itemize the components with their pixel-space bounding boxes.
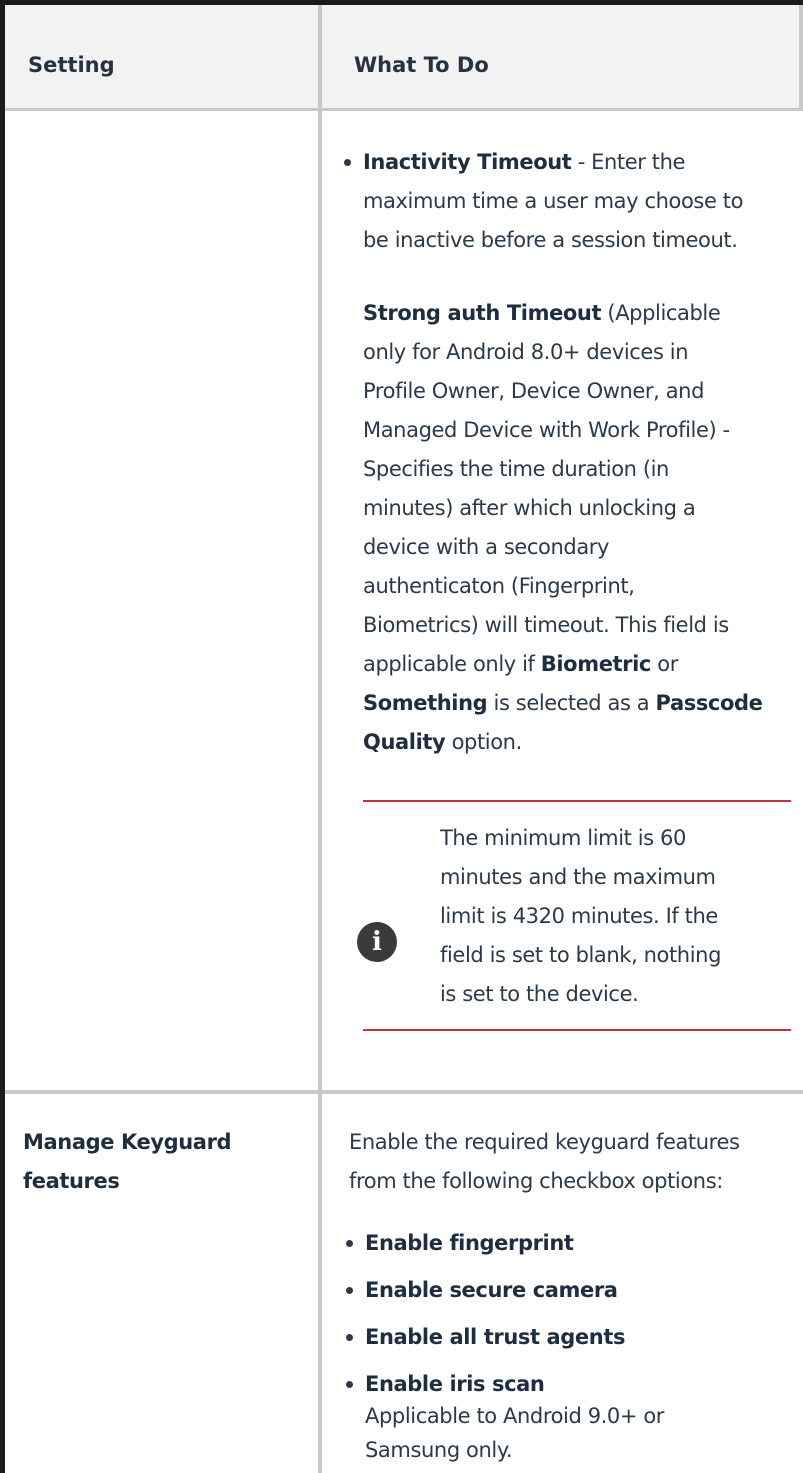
quality-post: option. xyxy=(445,730,523,754)
strong-auth-line: authenticaton (Fingerprint, xyxy=(363,574,635,598)
quality-line: Quality option. xyxy=(363,723,522,762)
row-divider xyxy=(5,1090,803,1094)
option-enable-trust-agents: Enable all trust agents xyxy=(365,1325,626,1349)
note-line: The minimum limit is 60 xyxy=(440,826,686,850)
note-line: field is set to blank, nothing xyxy=(440,943,721,967)
bullet-dot xyxy=(346,1287,353,1294)
strong-auth-desc: (Applicable xyxy=(601,301,721,325)
something-line: Something is selected as a Passcode xyxy=(363,684,763,723)
option-enable-fingerprint: Enable fingerprint xyxy=(365,1231,574,1255)
strong-auth-line: Managed Device with Work Profile) - xyxy=(363,418,730,442)
strong-auth-line: Biometrics) will timeout. This field is xyxy=(363,613,729,637)
applicable-line: applicable only if Biometric or xyxy=(363,645,678,684)
something-term: Something xyxy=(363,691,488,715)
strong-auth-line: device with a secondary xyxy=(363,535,610,559)
strong-auth-line: minutes) after which unlocking a xyxy=(363,496,696,520)
keyguard-intro-line: Enable the required keyguard features xyxy=(349,1130,740,1154)
bullet-dot xyxy=(346,1334,353,1341)
note-line: limit is 4320 minutes. If the xyxy=(440,904,718,928)
inactivity-line1: Inactivity Timeout - Enter the xyxy=(363,143,685,182)
column-divider xyxy=(318,5,322,1473)
strong-auth-line1: Strong auth Timeout (Applicable xyxy=(363,294,721,333)
bullet-dot xyxy=(346,1381,353,1388)
header-bottom-rule xyxy=(5,108,803,111)
note-line: is set to the device. xyxy=(440,982,639,1006)
applicable-pre: applicable only if xyxy=(363,652,541,676)
biometric-term: Biometric xyxy=(540,652,652,676)
note-bottom-rule xyxy=(363,1029,791,1031)
inactivity-line2: maximum time a user may choose to xyxy=(363,189,744,213)
setting-manage-keyguard-2: features xyxy=(23,1169,120,1193)
iris-note-line: Samsung only. xyxy=(365,1438,513,1462)
passcode-term: Passcode xyxy=(655,691,763,715)
note-top-rule xyxy=(363,800,791,802)
header-setting: Setting xyxy=(28,53,115,77)
keyguard-intro-line: from the following checkbox options: xyxy=(349,1169,723,1193)
table-header-row: Setting What To Do xyxy=(5,5,803,111)
inactivity-desc: - Enter the xyxy=(571,150,686,174)
right-border-header xyxy=(799,5,803,109)
inactivity-line3: be inactive before a session timeout. xyxy=(363,228,738,252)
note-line: minutes and the maximum xyxy=(440,865,716,889)
strong-auth-title: Strong auth Timeout xyxy=(363,301,602,325)
header-what-to-do: What To Do xyxy=(354,53,489,77)
applicable-post: or xyxy=(650,652,678,676)
bullet-dot xyxy=(346,1240,353,1247)
inactivity-timeout-title: Inactivity Timeout xyxy=(363,150,572,174)
strong-auth-line: Profile Owner, Device Owner, and xyxy=(363,379,705,403)
strong-auth-line: Specifies the time duration (in xyxy=(363,457,669,481)
info-icon: i xyxy=(357,922,397,962)
something-mid: is selected as a xyxy=(487,691,656,715)
setting-manage-keyguard: Manage Keyguard xyxy=(23,1130,232,1154)
strong-auth-line: only for Android 8.0+ devices in xyxy=(363,340,689,364)
option-enable-secure-camera: Enable secure camera xyxy=(365,1278,618,1302)
quality-term: Quality xyxy=(363,730,446,754)
bullet-dot xyxy=(344,159,351,166)
